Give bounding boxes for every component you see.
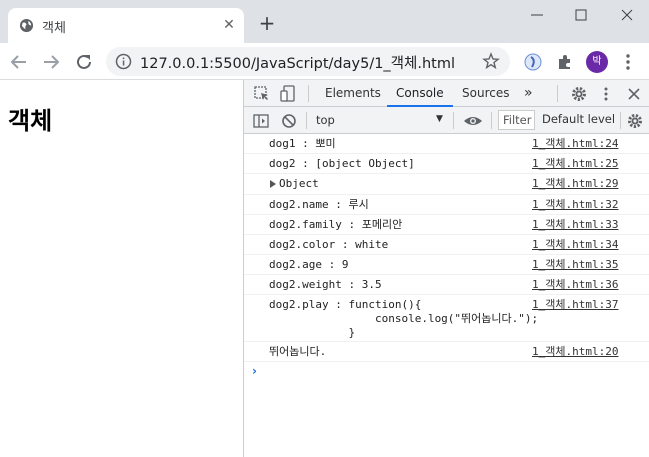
console-message: dog2.family : 포메리안 1_객체.html:33 (244, 215, 649, 235)
log-text: dog2.family : 포메리안 (269, 218, 403, 231)
page-heading: 객체 (8, 107, 53, 135)
console-message: dog2.age : 9 1_객체.html:35 (244, 255, 649, 275)
globe-icon (19, 18, 34, 33)
console-message: dog2.weight : 3.5 1_객체.html:36 (244, 275, 649, 295)
console-message: dog2 : [object Object] 1_객체.html:25 (244, 154, 649, 174)
bookmark-star-icon[interactable] (482, 52, 500, 70)
devtools-tab-bar: Elements Console Sources » (244, 80, 649, 107)
menu-kebab-icon[interactable] (620, 52, 636, 72)
page-viewport: 객체 (0, 80, 243, 457)
toolbar-divider (620, 112, 621, 129)
expand-triangle-icon[interactable] (270, 180, 276, 188)
source-link[interactable]: 1_객체.html:29 (532, 177, 618, 191)
browser-toolbar: 127.0.0.1:5500/JavaScript/day5/1_객체.html… (0, 43, 649, 80)
back-arrow-icon[interactable] (8, 51, 30, 73)
url-text[interactable]: 127.0.0.1:5500/JavaScript/day5/1_객체.html (140, 52, 455, 73)
source-link[interactable]: 1_객체.html:33 (532, 218, 618, 232)
profile-avatar[interactable]: 박 (586, 51, 608, 73)
browser-tab[interactable]: 객체 ✕ (8, 8, 244, 43)
tab-sources[interactable]: Sources (462, 80, 509, 107)
console-message: dog2.color : white 1_객체.html:34 (244, 235, 649, 255)
reload-icon[interactable] (73, 51, 95, 73)
source-link[interactable]: 1_객체.html:37 (532, 298, 618, 312)
log-levels-dropdown[interactable]: Default level (542, 112, 615, 126)
log-text: dog2.weight : 3.5 (269, 278, 382, 291)
sidebar-toggle-icon[interactable] (252, 112, 270, 130)
address-bar[interactable]: 127.0.0.1:5500/JavaScript/day5/1_객체.html (106, 47, 510, 76)
console-prompt[interactable]: › (244, 362, 649, 382)
chevron-down-icon[interactable]: ▼ (436, 114, 443, 124)
info-icon[interactable] (115, 53, 132, 70)
source-link[interactable]: 1_객체.html:24 (532, 137, 618, 151)
source-link[interactable]: 1_객체.html:20 (532, 345, 618, 359)
window-close-icon[interactable] (616, 5, 638, 25)
toolbar-divider (308, 85, 309, 102)
tab-strip: 객체 ✕ + (0, 0, 649, 43)
console-message: 뛰어놉니다. 1_객체.html:20 (244, 342, 649, 362)
prompt-chevron-icon: › (252, 364, 257, 378)
tab-console[interactable]: Console (387, 80, 453, 107)
puzzle-icon[interactable] (555, 52, 575, 72)
toolbar-divider (453, 112, 454, 129)
console-message: dog2.play : function(){ console.log("뛰어놉… (244, 295, 649, 342)
source-link[interactable]: 1_객체.html:36 (532, 278, 618, 292)
minimize-icon[interactable] (526, 5, 548, 25)
console-settings-gear-icon[interactable] (626, 112, 644, 130)
log-text: 뛰어놉니다. (269, 345, 327, 358)
more-tabs-button[interactable]: » (524, 80, 533, 107)
console-filter-bar: top ▼ Filter Default level (244, 107, 649, 134)
settings-gear-icon[interactable] (570, 85, 588, 103)
source-link[interactable]: 1_객체.html:34 (532, 238, 618, 252)
log-text: dog2.name : 루시 (269, 198, 369, 211)
console-message: dog2.name : 루시 1_객체.html:32 (244, 195, 649, 215)
inspect-icon[interactable] (253, 85, 271, 103)
source-link[interactable]: 1_객체.html:32 (532, 198, 618, 212)
source-link[interactable]: 1_객체.html:35 (532, 258, 618, 272)
log-text: dog1 : 뽀미 (269, 137, 336, 150)
maximize-icon[interactable] (570, 5, 592, 25)
tab-title: 객체 (42, 21, 66, 36)
toolbar-divider (491, 112, 492, 129)
forward-arrow-icon[interactable] (40, 51, 62, 73)
log-text: dog2.age : 9 (269, 258, 349, 271)
filter-input[interactable]: Filter (498, 110, 535, 130)
log-text: Object (279, 177, 319, 190)
console-message: dog1 : 뽀미 1_객체.html:24 (244, 134, 649, 154)
eye-icon[interactable] (463, 112, 483, 130)
toolbar-divider (306, 112, 307, 129)
tab-elements[interactable]: Elements (325, 80, 381, 107)
source-link[interactable]: 1_객체.html:25 (532, 157, 618, 171)
devtools-close-icon[interactable] (625, 85, 643, 103)
clear-console-icon[interactable] (280, 112, 298, 130)
console-log: dog1 : 뽀미 1_객체.html:24 dog2 : [object Ob… (244, 134, 649, 382)
toolbar-divider (557, 85, 558, 102)
devtools-menu-icon[interactable] (597, 85, 615, 103)
extension-icon[interactable] (523, 52, 543, 72)
tab-close-icon[interactable]: ✕ (221, 17, 237, 33)
context-selector[interactable]: top (316, 113, 335, 127)
log-text: dog2.color : white (269, 238, 389, 251)
log-text: dog2 : [object Object] (269, 157, 415, 170)
device-toolbar-icon[interactable] (279, 85, 297, 103)
log-text: dog2.play : function(){ console.log("뛰어놉… (269, 298, 539, 339)
devtools-panel: Elements Console Sources » top ▼ Filter … (243, 80, 649, 457)
console-message-object[interactable]: Object 1_객체.html:29 (244, 174, 649, 195)
new-tab-button[interactable]: + (256, 13, 278, 35)
